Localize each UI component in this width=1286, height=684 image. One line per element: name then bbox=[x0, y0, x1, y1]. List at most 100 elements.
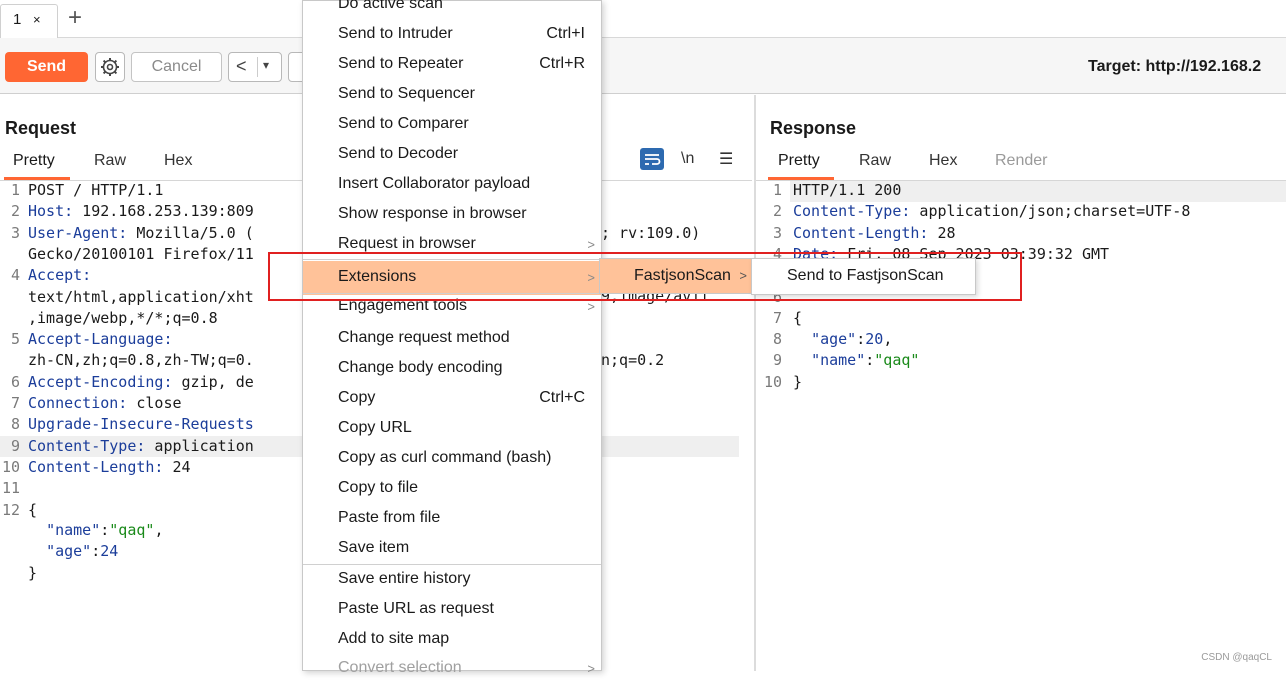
json-key: "age" bbox=[811, 330, 856, 348]
line-number: 7 bbox=[762, 308, 782, 329]
menu-item-label: Paste URL as request bbox=[338, 600, 494, 618]
json-value: 24 bbox=[100, 542, 118, 560]
response-line: Content-Type: application/json;charset=U… bbox=[793, 201, 1190, 222]
request-tab-pretty[interactable]: Pretty bbox=[13, 152, 55, 170]
header-name: POST / HTTP/1.1 bbox=[28, 181, 163, 199]
annotation-highlight-box bbox=[268, 252, 1022, 301]
line-number: 4 bbox=[0, 265, 20, 286]
response-line: "name":"qaq" bbox=[793, 350, 919, 371]
line-number: 9 bbox=[762, 350, 782, 371]
menu-item-paste-url-as-request[interactable]: Paste URL as request bbox=[303, 595, 601, 625]
toolbar: Send Cancel < ▾ Target: http://192.168.2 bbox=[0, 38, 1286, 94]
json-value: 20 bbox=[865, 330, 883, 348]
json-key: "age" bbox=[46, 542, 91, 560]
line-number bbox=[0, 244, 20, 265]
line-number: 6 bbox=[0, 372, 20, 393]
menu-item-label: Copy as curl command (bash) bbox=[338, 449, 551, 467]
menu-separator bbox=[303, 564, 601, 565]
header-name: Content-Length: bbox=[28, 458, 163, 476]
menu-item-shortcut: Ctrl+C bbox=[539, 389, 585, 407]
add-tab-icon[interactable]: + bbox=[68, 4, 82, 32]
newline-toggle-icon[interactable]: \n bbox=[681, 150, 694, 168]
cancel-button[interactable]: Cancel bbox=[131, 52, 222, 82]
menu-item-label: Copy URL bbox=[338, 419, 412, 437]
menu-item-label: Change body encoding bbox=[338, 359, 503, 377]
line-number bbox=[0, 350, 20, 371]
response-tab-render[interactable]: Render bbox=[995, 152, 1047, 170]
menu-item-copy[interactable]: CopyCtrl+C bbox=[303, 384, 601, 414]
target-label[interactable]: Target: http://192.168.2 bbox=[1088, 58, 1261, 76]
json-value: "qaq" bbox=[109, 521, 154, 539]
response-line: } bbox=[793, 372, 802, 393]
line-number: 11 bbox=[0, 478, 20, 499]
header-value: Mozilla/5.0 ( bbox=[127, 224, 253, 242]
header-name: Accept: bbox=[28, 266, 91, 284]
menu-item-send-to-sequencer[interactable]: Send to Sequencer bbox=[303, 80, 601, 110]
menu-item-insert-collaborator-payload[interactable]: Insert Collaborator payload bbox=[303, 170, 601, 200]
brace: } bbox=[793, 373, 802, 391]
response-tab-hex[interactable]: Hex bbox=[929, 152, 957, 170]
json-key: "name" bbox=[811, 351, 865, 369]
response-line: "age":20, bbox=[793, 329, 892, 350]
panel-divider[interactable] bbox=[754, 95, 756, 671]
indent bbox=[793, 351, 811, 369]
response-tab-pretty[interactable]: Pretty bbox=[778, 152, 820, 170]
response-tab-raw[interactable]: Raw bbox=[859, 152, 891, 170]
menu-item-label: Show response in browser bbox=[338, 205, 527, 223]
menu-item-change-body-encoding[interactable]: Change body encoding bbox=[303, 354, 601, 384]
comma: , bbox=[883, 330, 892, 348]
close-icon[interactable]: × bbox=[33, 12, 41, 27]
header-name: Accept-Language: bbox=[28, 330, 173, 348]
line-number: 3 bbox=[0, 223, 20, 244]
line-number: 5 bbox=[0, 329, 20, 350]
request-line: Gecko/20100101 Firefox/11 bbox=[28, 244, 254, 265]
line-number: 9 bbox=[0, 436, 20, 457]
settings-button[interactable] bbox=[95, 52, 125, 82]
menu-item-send-to-repeater[interactable]: Send to RepeaterCtrl+R bbox=[303, 50, 601, 80]
menu-item-do-active-scan[interactable]: Do active scan bbox=[303, 0, 601, 20]
menu-item-label: Send to Comparer bbox=[338, 115, 469, 133]
menu-item-copy-to-file[interactable]: Copy to file bbox=[303, 474, 601, 504]
send-button[interactable]: Send bbox=[5, 52, 88, 82]
colon: : bbox=[856, 330, 865, 348]
menu-item-change-request-method[interactable]: Change request method bbox=[303, 324, 601, 354]
gear-icon bbox=[100, 57, 120, 77]
back-button[interactable]: < ▾ bbox=[228, 52, 282, 82]
menu-item-copy-as-curl-command-bash[interactable]: Copy as curl command (bash) bbox=[303, 444, 601, 474]
header-value: } bbox=[28, 564, 37, 582]
menu-item-convert-selection[interactable]: Convert selection> bbox=[303, 654, 601, 684]
menu-item-save-item[interactable]: Save item bbox=[303, 534, 601, 564]
menu-item-save-entire-history[interactable]: Save entire history bbox=[303, 565, 601, 595]
line-number: 2 bbox=[0, 201, 20, 222]
line-number bbox=[0, 542, 20, 563]
line-number bbox=[0, 563, 20, 584]
chevron-down-icon[interactable]: ▾ bbox=[263, 58, 269, 72]
header-name: Content-Type: bbox=[793, 202, 910, 220]
header-value: { bbox=[28, 501, 37, 519]
menu-item-send-to-comparer[interactable]: Send to Comparer bbox=[303, 110, 601, 140]
menu-item-send-to-intruder[interactable]: Send to IntruderCtrl+I bbox=[303, 20, 601, 50]
menu-item-send-to-decoder[interactable]: Send to Decoder bbox=[303, 140, 601, 170]
menu-item-show-response-in-browser[interactable]: Show response in browser bbox=[303, 200, 601, 230]
request-tab-raw[interactable]: Raw bbox=[94, 152, 126, 170]
request-line: Upgrade-Insecure-Requests bbox=[28, 414, 254, 435]
request-tab-hex[interactable]: Hex bbox=[164, 152, 192, 170]
request-text-fragment: n;q=0.2 bbox=[601, 350, 664, 371]
menu-item-add-to-site-map[interactable]: Add to site map bbox=[303, 625, 601, 655]
header-value: Gecko/20100101 Firefox/11 bbox=[28, 245, 254, 263]
menu-icon[interactable]: ☰ bbox=[719, 149, 733, 169]
line-number: 7 bbox=[0, 393, 20, 414]
menu-item-label: Send to Intruder bbox=[338, 25, 453, 43]
indent bbox=[793, 330, 811, 348]
request-line: Accept-Encoding: gzip, de bbox=[28, 372, 254, 393]
request-line: Connection: close bbox=[28, 393, 182, 414]
line-number bbox=[0, 287, 20, 308]
menu-item-paste-from-file[interactable]: Paste from file bbox=[303, 504, 601, 534]
header-name: Connection: bbox=[28, 394, 127, 412]
tab-label: 1 bbox=[13, 11, 21, 28]
colon: : bbox=[91, 542, 100, 560]
request-line: { bbox=[28, 500, 37, 521]
tab-1[interactable]: 1 × bbox=[0, 4, 58, 38]
word-wrap-icon[interactable] bbox=[640, 148, 664, 170]
menu-item-copy-url[interactable]: Copy URL bbox=[303, 414, 601, 444]
